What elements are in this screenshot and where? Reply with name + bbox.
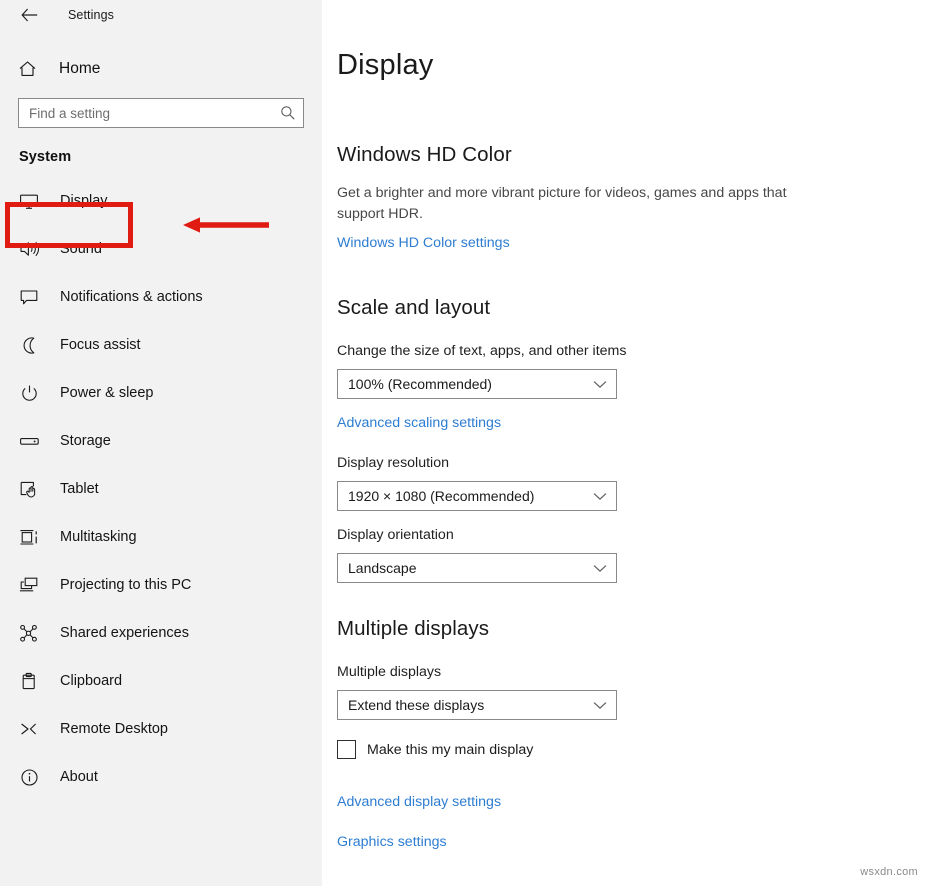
clipboard-icon [18,672,40,691]
settings-window: Settings Home System [0,0,926,886]
chevron-down-icon [593,380,607,389]
info-circle-icon [18,768,40,787]
section-heading-windows-hd-color: Windows HD Color [337,143,512,166]
sidebar-item-projecting-to-this-pc[interactable]: Projecting to this PC [0,561,322,609]
advanced-display-settings-link[interactable]: Advanced display settings [337,794,501,810]
title-bar: Settings [0,0,322,30]
sidebar-item-focus-assist[interactable]: Focus assist [0,321,322,369]
sidebar-item-label: Projecting to this PC [60,577,192,593]
sidebar-item-home[interactable]: Home [0,48,322,90]
home-icon [18,60,40,78]
sidebar-item-sound[interactable]: Sound [0,225,322,273]
sidebar-item-remote-desktop[interactable]: Remote Desktop [0,705,322,753]
search-icon [281,106,295,120]
orientation-dropdown[interactable]: Landscape [337,553,617,583]
multiple-displays-dropdown-value: Extend these displays [348,697,485,713]
watermark: wsxdn.com [860,866,918,878]
orientation-field-label: Display orientation [337,527,454,543]
search-box[interactable] [18,98,304,128]
scale-dropdown[interactable]: 100% (Recommended) [337,369,617,399]
sidebar-group-title: System [19,149,72,165]
sidebar-nav-list: Display Sound Notifications & actions Fo… [0,177,322,801]
section-heading-scale-and-layout: Scale and layout [337,296,491,319]
sidebar-home-label: Home [59,60,101,77]
projecting-icon [18,576,40,594]
window-title: Settings [68,8,114,22]
sidebar-item-label: Multitasking [60,529,137,545]
tablet-hand-icon [18,480,40,499]
sidebar-item-label: Notifications & actions [60,289,203,305]
sidebar-item-shared-experiences[interactable]: Shared experiences [0,609,322,657]
main-content: Display Windows HD Color Get a brighter … [322,0,926,886]
make-main-display-checkbox-row[interactable]: Make this my main display [337,740,533,759]
search-button[interactable] [273,99,303,127]
sidebar-item-multitasking[interactable]: Multitasking [0,513,322,561]
drive-icon [18,435,40,448]
multitasking-icon [18,528,40,547]
sidebar-item-about[interactable]: About [0,753,322,801]
sidebar-item-label: Display [60,193,108,209]
sidebar-item-label: Storage [60,433,111,449]
resolution-dropdown-value: 1920 × 1080 (Recommended) [348,488,535,504]
chevron-down-icon [593,492,607,501]
graphics-settings-link[interactable]: Graphics settings [337,834,447,850]
sidebar-item-clipboard[interactable]: Clipboard [0,657,322,705]
sidebar-item-label: Clipboard [60,673,123,689]
sidebar-item-label: Shared experiences [60,625,189,641]
power-icon [18,384,40,403]
sidebar-item-label: About [60,769,98,785]
multiple-displays-dropdown[interactable]: Extend these displays [337,690,617,720]
multiple-displays-field-label: Multiple displays [337,664,442,680]
speaker-icon [18,240,40,258]
make-main-display-checkbox[interactable] [337,740,356,759]
chevron-down-icon [593,701,607,710]
make-main-display-label: Make this my main display [367,741,534,758]
share-nodes-icon [18,624,40,643]
sidebar: Settings Home System [0,0,322,886]
back-arrow-icon [20,8,37,22]
resolution-field-label: Display resolution [337,455,449,471]
moon-icon [18,336,40,355]
hd-color-description: Get a brighter and more vibrant picture … [337,185,787,222]
section-heading-multiple-displays: Multiple displays [337,617,490,640]
sidebar-item-label: Remote Desktop [60,721,168,737]
sidebar-item-tablet[interactable]: Tablet [0,465,322,513]
windows-hd-color-settings-link[interactable]: Windows HD Color settings [337,235,510,251]
sidebar-item-label: Sound [60,241,102,257]
remote-desktop-icon [18,720,40,738]
page-title: Display [337,49,434,81]
sidebar-item-display[interactable]: Display [0,177,322,225]
sidebar-item-label: Focus assist [60,337,141,353]
orientation-dropdown-value: Landscape [348,560,417,576]
scale-field-label: Change the size of text, apps, and other… [337,343,627,359]
back-button[interactable] [14,2,44,28]
resolution-dropdown[interactable]: 1920 × 1080 (Recommended) [337,481,617,511]
monitor-icon [18,193,40,210]
sidebar-item-storage[interactable]: Storage [0,417,322,465]
notification-bubble-icon [18,288,40,306]
sidebar-item-notifications-actions[interactable]: Notifications & actions [0,273,322,321]
chevron-down-icon [593,564,607,573]
sidebar-item-power-sleep[interactable]: Power & sleep [0,369,322,417]
scale-dropdown-value: 100% (Recommended) [348,376,492,392]
sidebar-item-label: Tablet [60,481,99,497]
advanced-scaling-settings-link[interactable]: Advanced scaling settings [337,415,501,431]
sidebar-item-label: Power & sleep [60,385,154,401]
search-input[interactable] [19,100,273,126]
